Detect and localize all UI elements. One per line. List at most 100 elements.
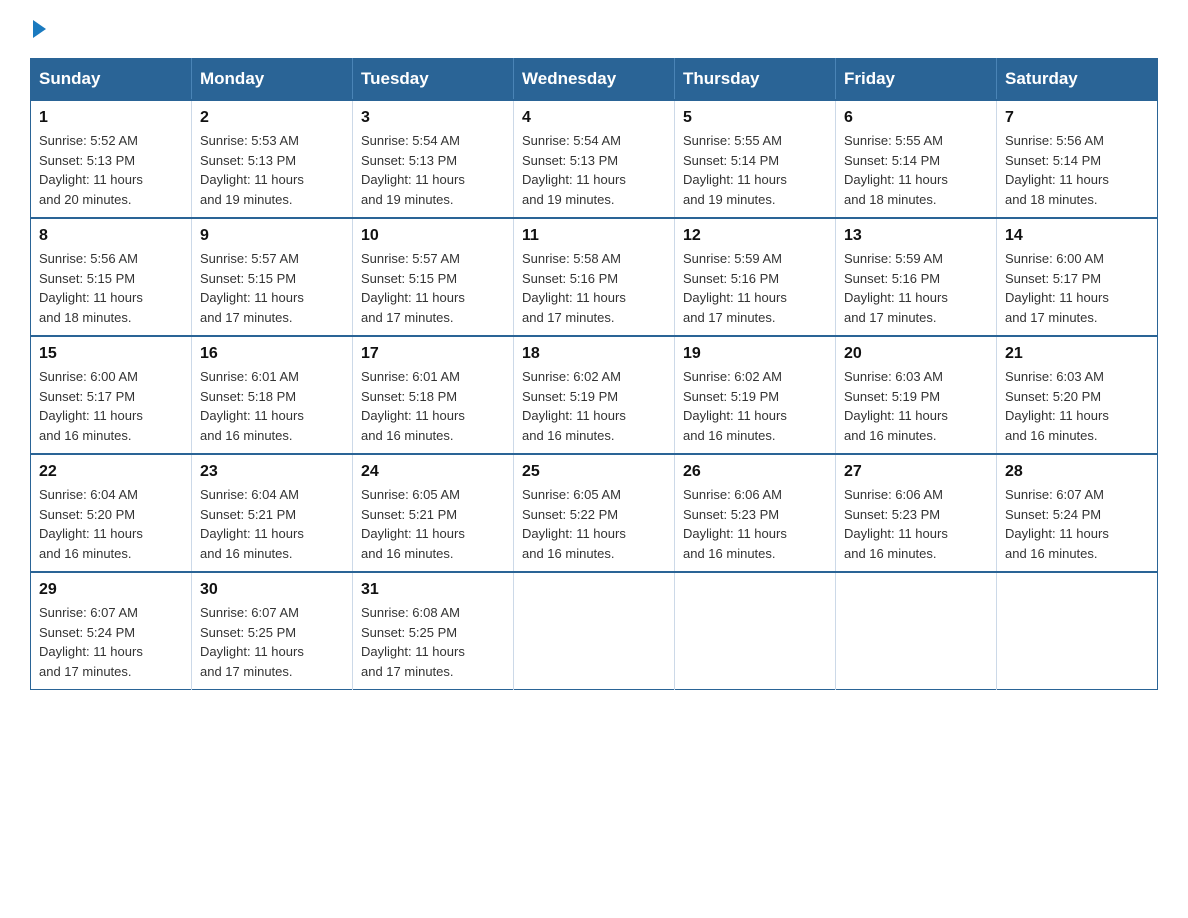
day-info: Sunrise: 6:03 AMSunset: 5:19 PMDaylight:… bbox=[844, 367, 988, 445]
calendar-cell: 27 Sunrise: 6:06 AMSunset: 5:23 PMDayligh… bbox=[836, 454, 997, 572]
calendar-cell: 8 Sunrise: 5:56 AMSunset: 5:15 PMDaylight… bbox=[31, 218, 192, 336]
calendar-cell: 18Sunrise: 6:02 AMSunset: 5:19 PMDayligh… bbox=[514, 336, 675, 454]
calendar-header-monday: Monday bbox=[192, 59, 353, 101]
day-info: Sunrise: 6:02 AMSunset: 5:19 PMDaylight:… bbox=[683, 367, 827, 445]
day-number: 2 bbox=[200, 109, 344, 127]
day-number: 17 bbox=[361, 345, 505, 363]
calendar-cell: 21 Sunrise: 6:03 AMSunset: 5:20 PMDayligh… bbox=[997, 336, 1158, 454]
day-info: Sunrise: 6:01 AMSunset: 5:18 PMDaylight:… bbox=[200, 367, 344, 445]
calendar-cell: 16 Sunrise: 6:01 AMSunset: 5:18 PMDayligh… bbox=[192, 336, 353, 454]
day-info: Sunrise: 5:56 AMSunset: 5:14 PMDaylight:… bbox=[1005, 131, 1149, 209]
day-info: Sunrise: 5:52 AMSunset: 5:13 PMDaylight:… bbox=[39, 131, 183, 209]
calendar-header-row: SundayMondayTuesdayWednesdayThursdayFrid… bbox=[31, 59, 1158, 101]
day-number: 22 bbox=[39, 463, 183, 481]
day-info: Sunrise: 6:01 AMSunset: 5:18 PMDaylight:… bbox=[361, 367, 505, 445]
day-number: 15 bbox=[39, 345, 183, 363]
day-info: Sunrise: 5:53 AMSunset: 5:13 PMDaylight:… bbox=[200, 131, 344, 209]
day-number: 30 bbox=[200, 581, 344, 599]
day-info: Sunrise: 6:00 AMSunset: 5:17 PMDaylight:… bbox=[1005, 249, 1149, 327]
day-number: 19 bbox=[683, 345, 827, 363]
calendar-cell: 29Sunrise: 6:07 AMSunset: 5:24 PMDayligh… bbox=[31, 572, 192, 690]
day-info: Sunrise: 6:00 AMSunset: 5:17 PMDaylight:… bbox=[39, 367, 183, 445]
day-number: 13 bbox=[844, 227, 988, 245]
day-number: 10 bbox=[361, 227, 505, 245]
day-info: Sunrise: 6:07 AMSunset: 5:25 PMDaylight:… bbox=[200, 603, 344, 681]
day-number: 4 bbox=[522, 109, 666, 127]
calendar-week-row: 29Sunrise: 6:07 AMSunset: 5:24 PMDayligh… bbox=[31, 572, 1158, 690]
logo-arrow-icon bbox=[33, 20, 46, 38]
day-number: 14 bbox=[1005, 227, 1149, 245]
calendar-cell: 5 Sunrise: 5:55 AMSunset: 5:14 PMDaylight… bbox=[675, 100, 836, 218]
calendar-table: SundayMondayTuesdayWednesdayThursdayFrid… bbox=[30, 58, 1158, 690]
calendar-cell: 26 Sunrise: 6:06 AMSunset: 5:23 PMDayligh… bbox=[675, 454, 836, 572]
page-header bbox=[30, 20, 1158, 38]
day-number: 6 bbox=[844, 109, 988, 127]
calendar-week-row: 15 Sunrise: 6:00 AMSunset: 5:17 PMDayligh… bbox=[31, 336, 1158, 454]
day-info: Sunrise: 6:06 AMSunset: 5:23 PMDaylight:… bbox=[844, 485, 988, 563]
calendar-cell: 13 Sunrise: 5:59 AMSunset: 5:16 PMDayligh… bbox=[836, 218, 997, 336]
calendar-cell: 3 Sunrise: 5:54 AMSunset: 5:13 PMDaylight… bbox=[353, 100, 514, 218]
day-number: 9 bbox=[200, 227, 344, 245]
logo bbox=[30, 20, 46, 38]
day-number: 21 bbox=[1005, 345, 1149, 363]
day-number: 8 bbox=[39, 227, 183, 245]
calendar-cell: 19 Sunrise: 6:02 AMSunset: 5:19 PMDayligh… bbox=[675, 336, 836, 454]
calendar-cell: 25 Sunrise: 6:05 AMSunset: 5:22 PMDayligh… bbox=[514, 454, 675, 572]
day-info: Sunrise: 6:04 AMSunset: 5:20 PMDaylight:… bbox=[39, 485, 183, 563]
calendar-cell: 6 Sunrise: 5:55 AMSunset: 5:14 PMDaylight… bbox=[836, 100, 997, 218]
day-number: 31 bbox=[361, 581, 505, 599]
day-number: 26 bbox=[683, 463, 827, 481]
day-number: 23 bbox=[200, 463, 344, 481]
calendar-cell: 22 Sunrise: 6:04 AMSunset: 5:20 PMDayligh… bbox=[31, 454, 192, 572]
calendar-cell: 15 Sunrise: 6:00 AMSunset: 5:17 PMDayligh… bbox=[31, 336, 192, 454]
day-info: Sunrise: 6:08 AMSunset: 5:25 PMDaylight:… bbox=[361, 603, 505, 681]
day-info: Sunrise: 6:05 AMSunset: 5:21 PMDaylight:… bbox=[361, 485, 505, 563]
day-number: 20 bbox=[844, 345, 988, 363]
day-info: Sunrise: 6:05 AMSunset: 5:22 PMDaylight:… bbox=[522, 485, 666, 563]
calendar-header-friday: Friday bbox=[836, 59, 997, 101]
day-number: 16 bbox=[200, 345, 344, 363]
calendar-header-tuesday: Tuesday bbox=[353, 59, 514, 101]
calendar-cell bbox=[675, 572, 836, 690]
calendar-header-saturday: Saturday bbox=[997, 59, 1158, 101]
day-info: Sunrise: 6:06 AMSunset: 5:23 PMDaylight:… bbox=[683, 485, 827, 563]
calendar-cell bbox=[997, 572, 1158, 690]
calendar-cell bbox=[836, 572, 997, 690]
calendar-cell: 30 Sunrise: 6:07 AMSunset: 5:25 PMDayligh… bbox=[192, 572, 353, 690]
calendar-cell: 20 Sunrise: 6:03 AMSunset: 5:19 PMDayligh… bbox=[836, 336, 997, 454]
day-number: 7 bbox=[1005, 109, 1149, 127]
day-info: Sunrise: 5:54 AMSunset: 5:13 PMDaylight:… bbox=[361, 131, 505, 209]
day-info: Sunrise: 5:56 AMSunset: 5:15 PMDaylight:… bbox=[39, 249, 183, 327]
day-info: Sunrise: 5:54 AMSunset: 5:13 PMDaylight:… bbox=[522, 131, 666, 209]
calendar-cell: 11Sunrise: 5:58 AMSunset: 5:16 PMDayligh… bbox=[514, 218, 675, 336]
calendar-cell: 7 Sunrise: 5:56 AMSunset: 5:14 PMDaylight… bbox=[997, 100, 1158, 218]
day-info: Sunrise: 5:59 AMSunset: 5:16 PMDaylight:… bbox=[844, 249, 988, 327]
calendar-week-row: 8 Sunrise: 5:56 AMSunset: 5:15 PMDaylight… bbox=[31, 218, 1158, 336]
calendar-cell: 14 Sunrise: 6:00 AMSunset: 5:17 PMDayligh… bbox=[997, 218, 1158, 336]
day-number: 24 bbox=[361, 463, 505, 481]
day-number: 3 bbox=[361, 109, 505, 127]
calendar-week-row: 1Sunrise: 5:52 AMSunset: 5:13 PMDaylight… bbox=[31, 100, 1158, 218]
day-info: Sunrise: 6:07 AMSunset: 5:24 PMDaylight:… bbox=[1005, 485, 1149, 563]
calendar-header-thursday: Thursday bbox=[675, 59, 836, 101]
day-number: 5 bbox=[683, 109, 827, 127]
calendar-cell: 9 Sunrise: 5:57 AMSunset: 5:15 PMDaylight… bbox=[192, 218, 353, 336]
calendar-week-row: 22 Sunrise: 6:04 AMSunset: 5:20 PMDayligh… bbox=[31, 454, 1158, 572]
day-info: Sunrise: 6:04 AMSunset: 5:21 PMDaylight:… bbox=[200, 485, 344, 563]
day-number: 12 bbox=[683, 227, 827, 245]
calendar-cell: 10Sunrise: 5:57 AMSunset: 5:15 PMDayligh… bbox=[353, 218, 514, 336]
calendar-cell: 1Sunrise: 5:52 AMSunset: 5:13 PMDaylight… bbox=[31, 100, 192, 218]
day-number: 28 bbox=[1005, 463, 1149, 481]
calendar-cell: 12Sunrise: 5:59 AMSunset: 5:16 PMDayligh… bbox=[675, 218, 836, 336]
calendar-cell: 23 Sunrise: 6:04 AMSunset: 5:21 PMDayligh… bbox=[192, 454, 353, 572]
calendar-cell: 2 Sunrise: 5:53 AMSunset: 5:13 PMDaylight… bbox=[192, 100, 353, 218]
day-number: 27 bbox=[844, 463, 988, 481]
day-number: 25 bbox=[522, 463, 666, 481]
day-info: Sunrise: 5:57 AMSunset: 5:15 PMDaylight:… bbox=[200, 249, 344, 327]
day-info: Sunrise: 5:55 AMSunset: 5:14 PMDaylight:… bbox=[844, 131, 988, 209]
day-info: Sunrise: 6:03 AMSunset: 5:20 PMDaylight:… bbox=[1005, 367, 1149, 445]
calendar-cell: 17 Sunrise: 6:01 AMSunset: 5:18 PMDayligh… bbox=[353, 336, 514, 454]
day-info: Sunrise: 5:55 AMSunset: 5:14 PMDaylight:… bbox=[683, 131, 827, 209]
calendar-cell: 28 Sunrise: 6:07 AMSunset: 5:24 PMDayligh… bbox=[997, 454, 1158, 572]
day-info: Sunrise: 5:58 AMSunset: 5:16 PMDaylight:… bbox=[522, 249, 666, 327]
